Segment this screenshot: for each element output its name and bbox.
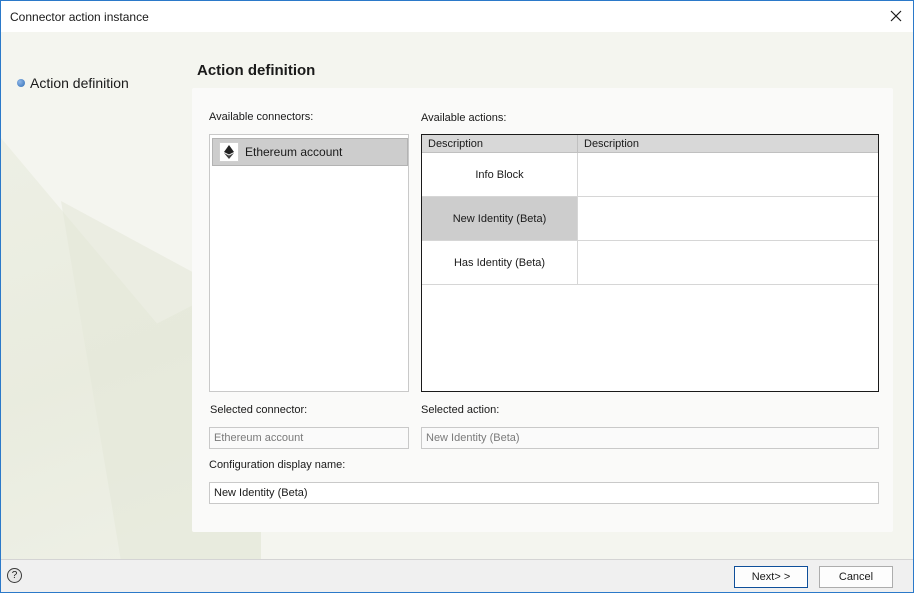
window-title: Connector action instance (10, 10, 149, 24)
column-header-description[interactable]: Description (578, 135, 878, 153)
next-button[interactable]: Next> > (734, 566, 808, 588)
bullet-icon (17, 79, 25, 87)
nav-item-label: Action definition (30, 75, 129, 91)
connector-label: Ethereum account (245, 145, 343, 159)
selected-connector-field[interactable] (209, 427, 409, 449)
table-header: Description Description (422, 135, 878, 153)
help-icon[interactable]: ? (7, 568, 22, 583)
list-item[interactable]: Ethereum account (212, 138, 408, 166)
table-row[interactable]: Has Identity (Beta) (422, 241, 878, 285)
table-row[interactable]: New Identity (Beta) (422, 197, 878, 241)
selected-action-field[interactable] (421, 427, 879, 449)
column-header-description[interactable]: Description (422, 135, 578, 153)
available-connectors-label: Available connectors: (209, 111, 314, 123)
page-title: Action definition (197, 62, 316, 79)
nav-item-action-definition[interactable]: Action definition (17, 75, 129, 91)
close-icon[interactable] (887, 7, 905, 25)
title-bar: Connector action instance (1, 1, 913, 32)
cancel-button[interactable]: Cancel (819, 566, 893, 588)
actions-table[interactable]: Description Description Info Block New I… (421, 134, 879, 392)
selected-action-label: Selected action: (421, 404, 500, 416)
action-name-cell: New Identity (Beta) (422, 197, 578, 240)
footer-bar: ? Next> > Cancel (1, 559, 913, 592)
table-row[interactable]: Info Block (422, 153, 878, 197)
action-description-cell (578, 197, 878, 240)
config-display-name-label: Configuration display name: (209, 459, 346, 471)
config-display-name-input[interactable] (209, 482, 879, 504)
action-name-cell: Has Identity (Beta) (422, 241, 578, 284)
connectors-list[interactable]: Ethereum account (209, 134, 409, 392)
ethereum-icon (219, 142, 239, 162)
available-actions-label: Available actions: (421, 112, 507, 124)
action-description-cell (578, 153, 878, 196)
selected-connector-label: Selected connector: (210, 404, 308, 416)
action-description-cell (578, 241, 878, 284)
dialog-window: Connector action instance Action definit… (0, 0, 914, 593)
action-name-cell: Info Block (422, 153, 578, 196)
